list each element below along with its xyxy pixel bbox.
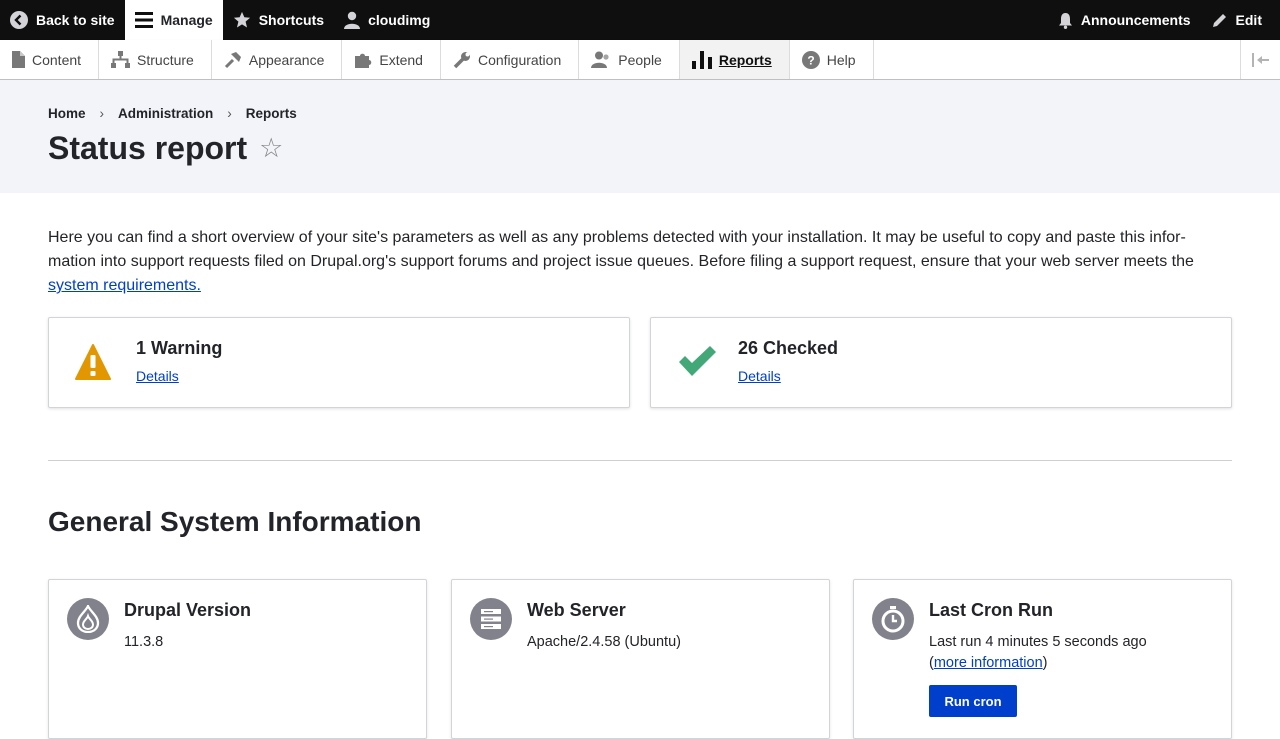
star-icon [233, 11, 250, 28]
web-server-value: Apache/2.4.58 (Ubuntu) [527, 634, 681, 650]
web-server-card: Web Server Apache/2.4.58 (Ubuntu) [451, 579, 830, 739]
content-icon [12, 51, 25, 68]
intro-text: Here you can find a short overview of yo… [48, 226, 1232, 298]
tray-item-extend[interactable]: Extend [342, 40, 441, 79]
back-to-site-link[interactable]: Back to site [0, 0, 125, 40]
tray-item-people[interactable]: People [579, 40, 680, 79]
svg-text:?: ? [807, 53, 814, 67]
checked-details-link[interactable]: Details [738, 368, 781, 384]
tray-item-label: Structure [137, 51, 194, 68]
paren-close: ) [1042, 655, 1048, 671]
tray-item-structure[interactable]: Structure [99, 40, 212, 79]
admin-toolbar: Back to site Manage Shortcuts cloudimg A… [0, 0, 1280, 40]
tray-item-label: People [618, 51, 662, 68]
manage-tab[interactable]: Manage [124, 0, 223, 40]
help-icon: ? [801, 50, 820, 69]
tray-orientation-toggle[interactable] [1240, 40, 1280, 79]
checked-count-title: 26 Checked [738, 338, 839, 358]
warning-icon [75, 344, 111, 380]
last-cron-run-card: Last Cron Run Last run 4 minutes 5 secon… [853, 579, 1232, 739]
appearance-icon [224, 51, 241, 68]
warning-count-title: 1 Warning [136, 338, 223, 358]
shortcut-star-icon[interactable]: ☆ [259, 133, 283, 164]
breadcrumb-separator: › [227, 106, 232, 121]
last-cron-run-text: Last run 4 minutes 5 seconds ago [929, 634, 1147, 650]
manage-label: Manage [160, 12, 213, 28]
breadcrumb-separator: › [99, 106, 105, 121]
breadcrumb-administration[interactable]: Administration [118, 106, 213, 121]
page-title-text: Status report [48, 130, 248, 166]
edit-tab[interactable]: Edit [1201, 0, 1280, 40]
page-title: Status report ☆ [48, 130, 283, 167]
web-server-title: Web Server [527, 600, 626, 620]
breadcrumb-reports[interactable]: Reports [246, 106, 297, 121]
bell-icon [1058, 12, 1072, 29]
pencil-icon [1212, 13, 1226, 27]
back-to-site-label: Back to site [36, 12, 115, 28]
user-tab[interactable]: cloudimg [334, 0, 440, 40]
user-label: cloudimg [368, 12, 431, 28]
drupal-version-title: Drupal Version [124, 600, 252, 620]
tray-item-label: Reports [718, 51, 772, 68]
breadcrumb-home[interactable]: Home [48, 106, 86, 121]
checked-counter: 26 Checked Details [650, 317, 1232, 408]
last-cron-run-title: Last Cron Run [929, 600, 1053, 620]
collapse-left-icon [1251, 52, 1269, 67]
edit-label: Edit [1235, 12, 1262, 28]
tray-item-label: Appearance [248, 51, 325, 68]
drupal-version-card: Drupal Version 11.3.8 [48, 579, 427, 739]
tray-item-label: Help [826, 51, 856, 68]
tray-item-appearance[interactable]: Appearance [212, 40, 343, 79]
general-system-information-heading: General System Information [48, 506, 422, 537]
extend-icon [355, 53, 372, 68]
tray-item-reports[interactable]: Reports [679, 40, 790, 79]
shortcuts-tab[interactable]: Shortcuts [223, 0, 334, 40]
system-requirements-link[interactable]: system requirements. [48, 277, 201, 294]
page-header: Home › Administration › Reports Status r… [0, 80, 1280, 193]
announcements-label: Announcements [1080, 12, 1191, 28]
warning-details-link[interactable]: Details [136, 368, 179, 384]
warning-counter: 1 Warning Details [48, 317, 630, 408]
tray-item-label: Extend [379, 51, 423, 68]
drupal-version-value: 11.3.8 [124, 634, 164, 650]
intro-line-2: mation into support requests filed on Dr… [48, 253, 1194, 270]
tray-item-configuration[interactable]: Configuration [441, 40, 580, 79]
tray-item-content[interactable]: Content [0, 40, 100, 79]
section-divider [48, 460, 1232, 461]
announcements-tab[interactable]: Announcements [1048, 0, 1201, 40]
user-icon [344, 11, 361, 29]
admin-tray: Content Structure Appearance Extend Conf… [0, 40, 1280, 80]
intro-line-1: Here you can find a short overview of yo… [48, 229, 1186, 246]
drupal-drop-icon [67, 598, 109, 640]
configuration-icon [453, 51, 470, 68]
clock-icon [872, 598, 914, 640]
people-icon [591, 51, 609, 68]
hamburger-icon [134, 12, 153, 28]
tray-item-label: Configuration [477, 51, 562, 68]
breadcrumb: Home › Administration › Reports [48, 106, 297, 121]
checkmark-icon [679, 346, 716, 376]
shortcuts-label: Shortcuts [258, 12, 325, 28]
tray-item-help[interactable]: ? Help [790, 40, 874, 79]
reports-icon [691, 50, 712, 69]
tray-item-label: Content [32, 51, 82, 68]
back-arrow-icon [10, 11, 28, 29]
cron-more-information-link[interactable]: more information [934, 655, 1043, 671]
server-icon [470, 598, 512, 640]
structure-icon [111, 51, 131, 68]
last-cron-run-value: Last run 4 minutes 5 seconds ago (more i… [929, 632, 1147, 674]
tray-spacer [874, 40, 1240, 79]
run-cron-button[interactable]: Run cron [929, 685, 1017, 717]
